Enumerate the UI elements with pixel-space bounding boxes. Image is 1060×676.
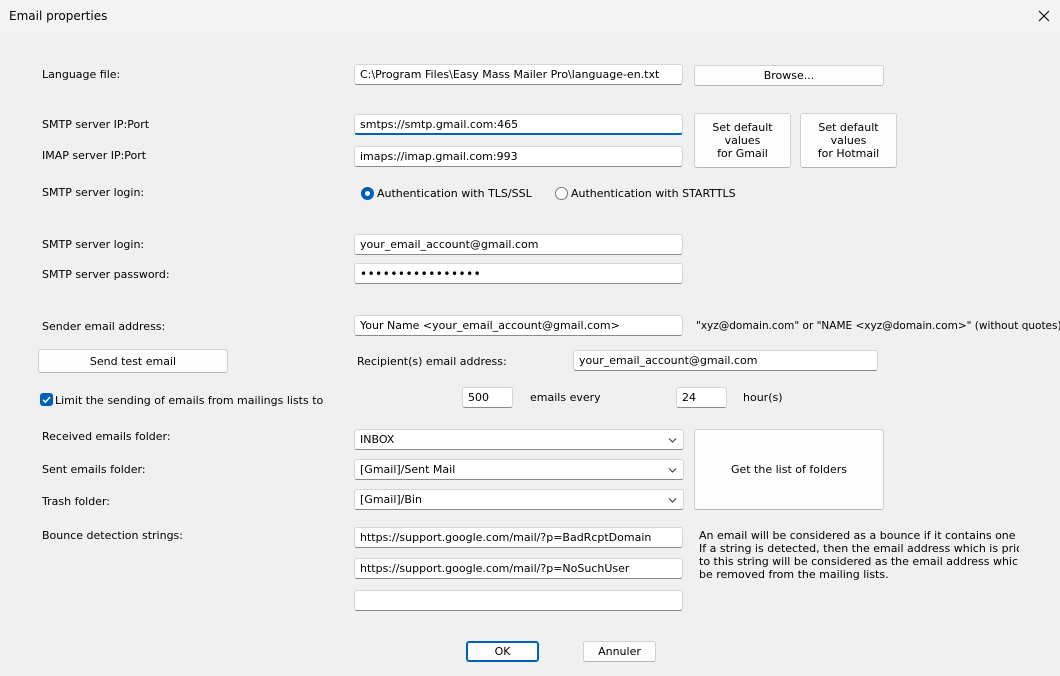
- browse-button[interactable]: Browse...: [694, 65, 884, 86]
- trash-folder-select[interactable]: [Gmail]/Bin: [354, 489, 684, 510]
- emails-every-label: emails every: [530, 391, 601, 404]
- recipient-input[interactable]: your_email_account@gmail.com: [573, 350, 878, 371]
- bounce-hint-line: to this string will be considered as the…: [699, 555, 1019, 568]
- bounce-hint: An email will be considered as a bounce …: [699, 529, 1019, 581]
- received-folder-value: INBOX: [360, 433, 395, 446]
- bounce-string-input-3[interactable]: [354, 590, 683, 611]
- checkmark-icon: [42, 396, 51, 404]
- received-folder-select[interactable]: INBOX: [354, 429, 684, 450]
- bounce-string-input-2[interactable]: https://support.google.com/mail/?p=NoSuc…: [354, 558, 683, 579]
- received-folder-label: Received emails folder:: [42, 430, 171, 443]
- radio-tls-ssl[interactable]: [361, 187, 374, 200]
- hotmail-defaults-button[interactable]: Set default values for Hotmail: [800, 113, 897, 168]
- hotmail-defaults-line2: for Hotmail: [817, 147, 880, 160]
- limit-checkbox[interactable]: [40, 393, 53, 406]
- smtp-password-input[interactable]: ••••••••••••••••: [354, 263, 683, 284]
- trash-folder-value: [Gmail]/Bin: [360, 493, 422, 506]
- radio-starttls-label[interactable]: Authentication with STARTTLS: [571, 187, 736, 200]
- bounce-string-input-1[interactable]: https://support.google.com/mail/?p=BadRc…: [354, 527, 683, 548]
- ok-button[interactable]: OK: [466, 641, 539, 662]
- bounce-strings-label: Bounce detection strings:: [42, 529, 183, 542]
- title-bar: Email properties: [0, 0, 1060, 32]
- chevron-down-icon: [668, 467, 677, 473]
- cancel-button[interactable]: Annuler: [583, 641, 656, 662]
- sent-folder-label: Sent emails folder:: [42, 463, 146, 476]
- close-icon: [1038, 10, 1050, 22]
- smtp-login-label: SMTP server login:: [42, 238, 145, 251]
- chevron-down-icon: [668, 437, 677, 443]
- bounce-hint-line: An email will be considered as a bounce …: [699, 529, 1019, 542]
- sender-email-input[interactable]: Your Name <your_email_account@gmail.com>: [354, 315, 683, 336]
- sender-format-hint: "xyz@domain.com" or "NAME <xyz@domain.co…: [696, 320, 1060, 332]
- sent-folder-value: [Gmail]/Sent Mail: [360, 463, 456, 476]
- close-button[interactable]: [1028, 0, 1060, 32]
- smtp-server-label: SMTP server IP:Port: [42, 118, 150, 131]
- limit-hours-input[interactable]: 24: [676, 387, 727, 408]
- hotmail-defaults-line1: Set default values: [818, 121, 879, 147]
- imap-server-label: IMAP server IP:Port: [42, 149, 147, 162]
- language-file-label: Language file:: [42, 68, 121, 81]
- smtp-server-input[interactable]: smtps://smtp.gmail.com:465: [354, 114, 683, 135]
- sent-folder-select[interactable]: [Gmail]/Sent Mail: [354, 459, 684, 480]
- gmail-defaults-line1: Set default values: [712, 121, 773, 147]
- get-folders-button[interactable]: Get the list of folders: [694, 429, 884, 510]
- imap-server-input[interactable]: imaps://imap.gmail.com:993: [354, 146, 683, 167]
- smtp-login-mode-label: SMTP server login:: [42, 186, 145, 199]
- gmail-defaults-line2: for Gmail: [717, 147, 768, 160]
- language-file-input[interactable]: C:\Program Files\Easy Mass Mailer Pro\la…: [354, 64, 683, 85]
- radio-tls-ssl-label[interactable]: Authentication with TLS/SSL: [377, 187, 532, 200]
- trash-folder-label: Trash folder:: [42, 495, 111, 508]
- limit-count-input[interactable]: 500: [462, 387, 513, 408]
- gmail-defaults-button[interactable]: Set default values for Gmail: [694, 113, 791, 168]
- send-test-email-button[interactable]: Send test email: [38, 349, 228, 373]
- bounce-hint-line: If a string is detected, then the email …: [699, 542, 1019, 555]
- recipient-label: Recipient(s) email address:: [357, 355, 507, 368]
- limit-label[interactable]: Limit the sending of emails from mailing…: [55, 394, 323, 407]
- bounce-hint-line: be removed from the mailing lists.: [699, 568, 889, 581]
- radio-starttls[interactable]: [555, 187, 568, 200]
- hours-unit-label: hour(s): [743, 391, 783, 404]
- chevron-down-icon: [668, 497, 677, 503]
- window-title: Email properties: [9, 9, 108, 23]
- sender-email-label: Sender email address:: [42, 320, 166, 333]
- smtp-login-input[interactable]: your_email_account@gmail.com: [354, 234, 683, 255]
- smtp-password-label: SMTP server password:: [42, 268, 170, 281]
